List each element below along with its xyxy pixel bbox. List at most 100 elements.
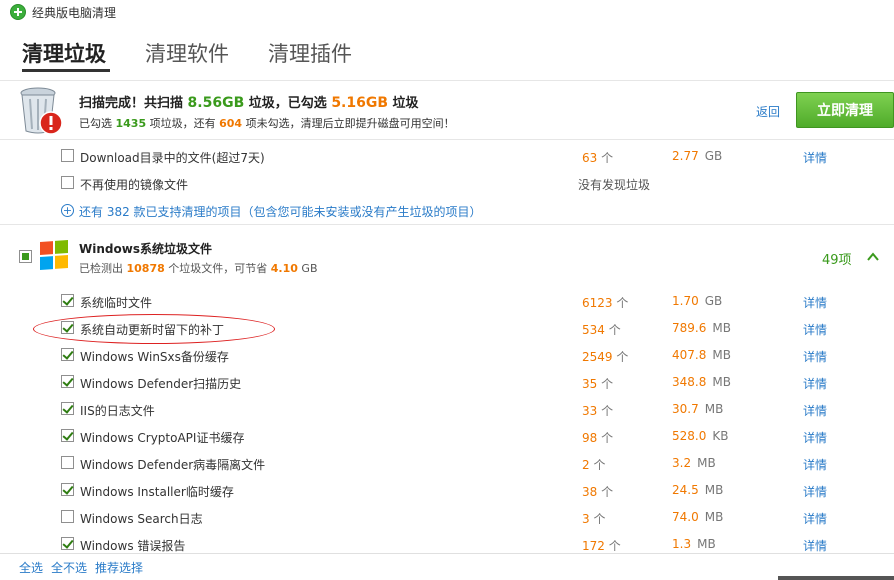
item-checkbox[interactable]: [61, 537, 74, 550]
summary-headline-prefix: 扫描完成！共扫描: [79, 96, 188, 111]
select-all-link[interactable]: 全选: [19, 559, 43, 576]
item-size: 789.6 MB: [672, 321, 731, 335]
item-size-value: 24.5: [672, 483, 699, 497]
item-size: 1.3 MB: [672, 537, 716, 551]
tab-clean-software[interactable]: 清理软件: [145, 38, 229, 68]
list-item: Windows Defender扫描历史 35 个 348.8 MB 详情: [0, 369, 894, 396]
detail-link[interactable]: 详情: [803, 429, 827, 446]
window-title: 经典版电脑清理: [32, 6, 117, 20]
clean-now-button[interactable]: 立即清理: [796, 92, 894, 128]
list-item: IIS的日志文件 33 个 30.7 MB 详情: [0, 396, 894, 423]
item-label: Windows Defender扫描历史: [80, 377, 242, 391]
back-link[interactable]: 返回: [756, 103, 780, 120]
item-label: Windows CryptoAPI证书缓存: [80, 431, 245, 445]
chevron-up-icon[interactable]: [866, 250, 880, 264]
footer-bar: 全选 全不选 推荐选择: [0, 553, 894, 580]
item-count-value: 63: [582, 151, 598, 165]
list-item: Windows Search日志 3 个 74.0 MB 详情: [0, 504, 894, 531]
item-checkbox[interactable]: [61, 402, 74, 415]
item-checkbox[interactable]: [61, 375, 74, 388]
group-checkbox[interactable]: [19, 250, 32, 263]
list-item: Windows WinSxs备份缓存 2549 个 407.8 MB 详情: [0, 342, 894, 369]
list-item: 系统自动更新时留下的补丁 534 个 789.6 MB 详情: [0, 315, 894, 342]
item-count-value: 3: [582, 512, 590, 526]
item-count-unit: 个: [608, 323, 621, 337]
item-count: 172 个: [582, 537, 621, 553]
item-label: Windows Installer临时缓存: [80, 485, 234, 499]
detail-link[interactable]: 详情: [803, 510, 827, 527]
item-count: 38 个: [582, 483, 613, 500]
detail-link[interactable]: 详情: [803, 537, 827, 553]
item-count-unit: 个: [601, 404, 614, 418]
summary-detail-suffix: 项未勾选，清理后立即提升磁盘可用空间！: [242, 117, 455, 130]
junk-list[interactable]: Download目录中的文件(超过7天) 63 个 2.77 GB 详情 不再使用…: [0, 141, 894, 553]
item-count-unit: 个: [601, 151, 614, 165]
active-tab-indicator: [22, 69, 110, 72]
item-checkbox[interactable]: [61, 429, 74, 442]
section-divider: [0, 224, 894, 225]
select-none-link[interactable]: 全不选: [51, 559, 87, 576]
item-checkbox[interactable]: [61, 348, 74, 361]
item-size-unit: MB: [697, 456, 716, 470]
item-label: Windows Search日志: [80, 512, 203, 526]
group-item-count: 49项: [822, 253, 852, 268]
list-item: Windows 错误报告 172 个 1.3 MB 详情: [0, 531, 894, 553]
item-size-unit: MB: [712, 321, 731, 335]
tab-clean-junk[interactable]: 清理垃圾: [22, 38, 106, 68]
title-bar: 经典版电脑清理: [0, 0, 894, 24]
item-size-value: 528.0: [672, 429, 707, 443]
item-checkbox[interactable]: [61, 483, 74, 496]
no-junk-found-text: 没有发现垃圾: [578, 178, 651, 192]
item-size: 348.8 MB: [672, 375, 731, 389]
item-size-unit: GB: [704, 294, 723, 308]
list-item: Windows Installer临时缓存 38 个 24.5 MB 详情: [0, 477, 894, 504]
item-label: Download目录中的文件(超过7天): [80, 151, 265, 165]
item-label: 系统自动更新时留下的补丁: [80, 323, 225, 337]
item-size-value: 2.77: [672, 149, 699, 163]
detail-link[interactable]: 详情: [803, 375, 827, 392]
detail-link[interactable]: 详情: [803, 348, 827, 365]
item-count-unit: 个: [593, 458, 606, 472]
item-checkbox[interactable]: [61, 176, 74, 189]
detail-link[interactable]: 详情: [803, 149, 827, 166]
item-checkbox[interactable]: [61, 149, 74, 162]
plus-circle-icon[interactable]: +: [61, 204, 74, 217]
list-item: Windows CryptoAPI证书缓存 98 个 528.0 KB 详情: [0, 423, 894, 450]
detail-link[interactable]: 详情: [803, 483, 827, 500]
tab-clean-plugins[interactable]: 清理插件: [268, 38, 352, 68]
detail-link[interactable]: 详情: [803, 402, 827, 419]
item-size: 407.8 MB: [672, 348, 731, 362]
item-size-unit: KB: [712, 429, 729, 443]
item-size: 24.5 MB: [672, 483, 723, 497]
item-size-value: 1.70: [672, 294, 699, 308]
scrollbar-horizontal[interactable]: [778, 576, 894, 580]
item-label: Windows Defender病毒隔离文件: [80, 458, 266, 472]
item-size-unit: MB: [704, 510, 724, 524]
item-size: 3.2 MB: [672, 456, 716, 470]
summary-detail-mid: 项垃圾，还有: [146, 117, 220, 130]
item-count-unit: 个: [601, 377, 614, 391]
item-label: IIS的日志文件: [80, 404, 155, 418]
item-checkbox[interactable]: [61, 294, 74, 307]
more-items-link[interactable]: 还有 382 款已支持清理的项目（包含您可能未安装或没有产生垃圾的项目）: [79, 203, 482, 220]
item-checkbox[interactable]: [61, 510, 74, 523]
item-size: 1.70 GB: [672, 294, 722, 308]
list-item: 不再使用的镜像文件 没有发现垃圾: [0, 170, 894, 197]
detail-link[interactable]: 详情: [803, 294, 827, 311]
group-summary: 已检测出 10878 个垃圾文件，可节省 4.10 GB: [79, 260, 318, 276]
group-file-count: 10878: [126, 262, 165, 275]
item-size-value: 407.8: [672, 348, 707, 362]
app-logo-icon: [10, 4, 26, 20]
item-checkbox[interactable]: [61, 456, 74, 469]
item-size-value: 74.0: [672, 510, 699, 524]
item-count-unit: 个: [601, 485, 614, 499]
item-count-unit: 个: [601, 431, 614, 445]
item-size-value: 789.6: [672, 321, 707, 335]
item-checkbox[interactable]: [61, 321, 74, 334]
item-count: 6123 个: [582, 294, 628, 311]
item-count: 33 个: [582, 402, 613, 419]
detail-link[interactable]: 详情: [803, 321, 827, 338]
detail-link[interactable]: 详情: [803, 456, 827, 473]
item-count: 98 个: [582, 429, 613, 446]
recommend-select-link[interactable]: 推荐选择: [95, 559, 143, 576]
